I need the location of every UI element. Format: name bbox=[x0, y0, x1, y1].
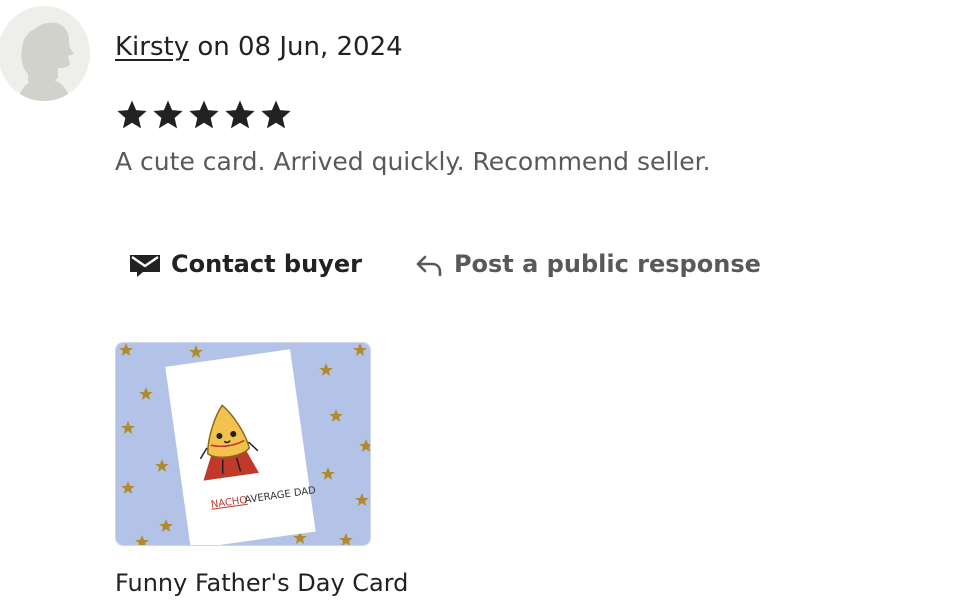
reviewer-name-link[interactable]: Kirsty bbox=[115, 32, 189, 62]
product-image: NACHO AVERAGE DAD bbox=[116, 343, 370, 545]
review-actions: Contact buyer Post a public response bbox=[115, 244, 775, 284]
envelope-icon bbox=[130, 255, 160, 277]
user-silhouette-icon bbox=[18, 22, 74, 101]
product-thumbnail[interactable]: NACHO AVERAGE DAD bbox=[115, 342, 371, 546]
star-icon bbox=[261, 100, 291, 129]
post-public-response-label: Post a public response bbox=[453, 250, 761, 278]
review-text: A cute card. Arrived quickly. Recommend … bbox=[115, 147, 711, 176]
product-title[interactable]: Funny Father's Day Card bbox=[115, 567, 408, 599]
review-date: on 08 Jun, 2024 bbox=[197, 32, 403, 62]
star-icon bbox=[225, 100, 255, 129]
contact-buyer-button[interactable]: Contact buyer bbox=[115, 244, 376, 284]
contact-buyer-label: Contact buyer bbox=[171, 250, 362, 278]
star-rating bbox=[115, 98, 293, 132]
star-icon bbox=[189, 100, 219, 129]
post-public-response-button[interactable]: Post a public response bbox=[400, 244, 775, 284]
reviewer-avatar bbox=[0, 6, 90, 101]
star-icon bbox=[117, 100, 147, 129]
review-header: Kirsty on 08 Jun, 2024 bbox=[115, 30, 403, 64]
reply-arrow-icon bbox=[416, 255, 442, 277]
star-icon bbox=[153, 100, 183, 129]
